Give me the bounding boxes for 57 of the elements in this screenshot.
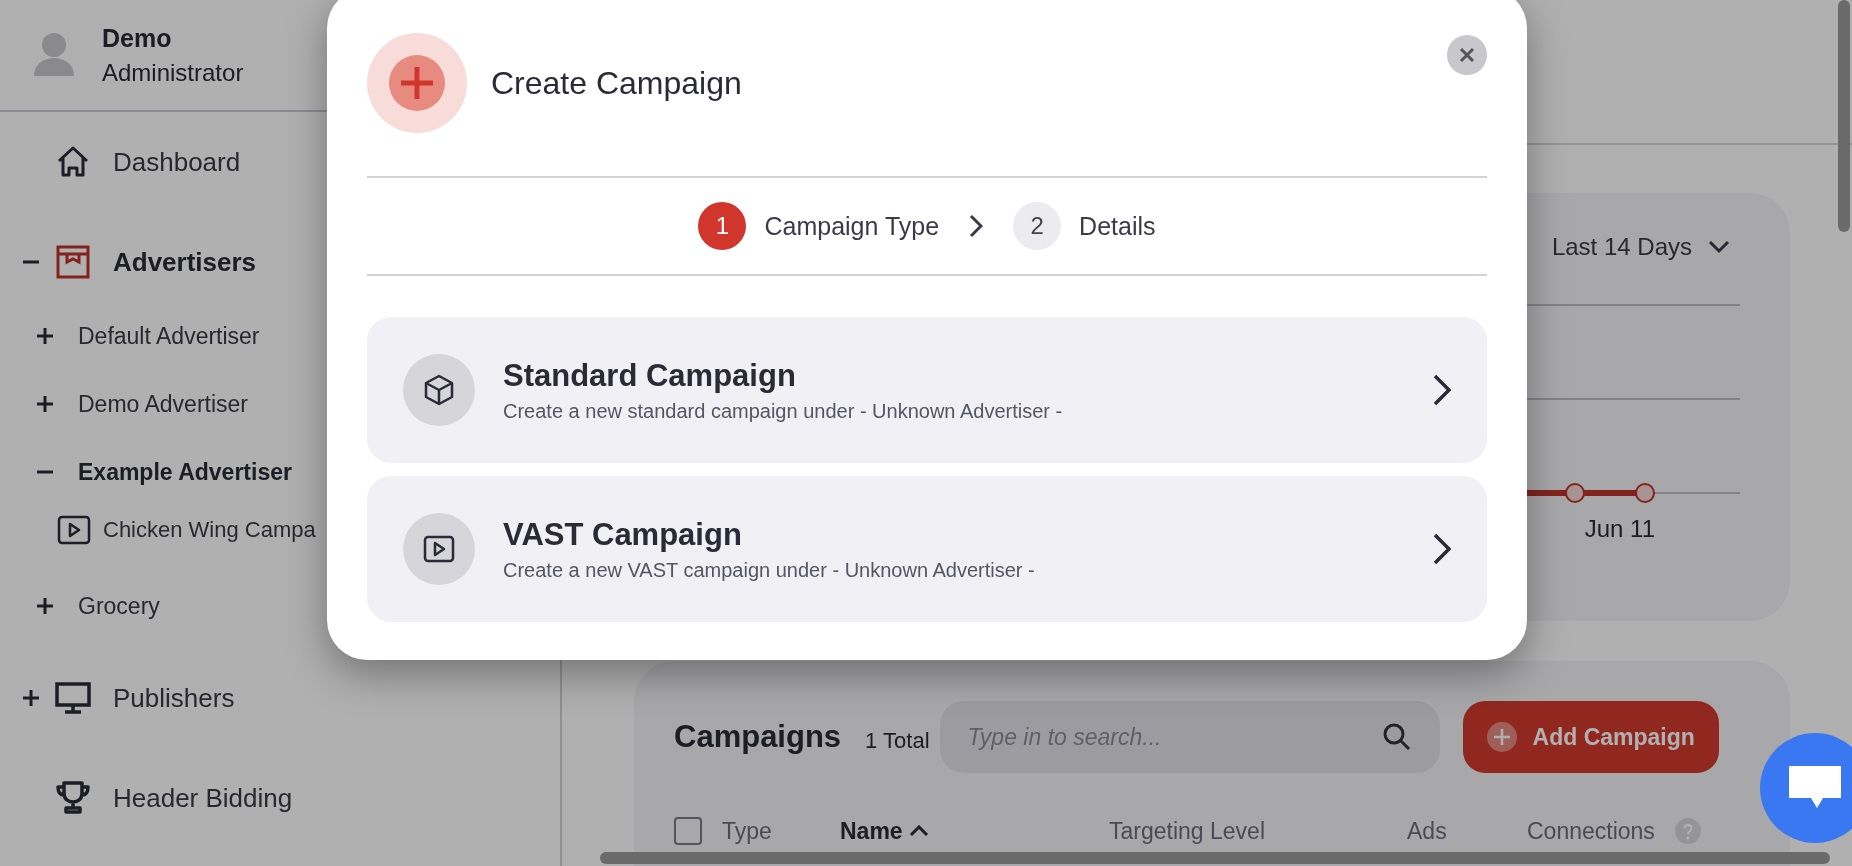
sidebar-item[interactable]: Publishers <box>113 682 235 714</box>
sidebar-item[interactable]: Demo Advertiser <box>78 390 248 418</box>
video-icon <box>57 515 91 545</box>
cube-icon <box>424 374 454 406</box>
option-title: VAST Campaign <box>503 516 743 553</box>
sidebar-item[interactable]: Grocery <box>78 592 160 620</box>
sidebar-item[interactable]: Default Advertiser <box>78 322 260 350</box>
close-icon <box>1459 47 1475 63</box>
chevron-icon <box>1433 533 1451 565</box>
chevron-icon <box>969 214 984 238</box>
section-title: Campaigns <box>674 719 842 755</box>
expand-icon[interactable] <box>22 689 40 707</box>
trophy-icon <box>55 780 91 816</box>
house-icon <box>55 144 91 180</box>
chevron-icon <box>1433 374 1451 406</box>
campaign-type-option[interactable]: VAST Campaign Create a new VAST campaign under - Unknown Advertiser - <box>367 476 1487 622</box>
dialog-title: Create Campaign <box>491 64 742 102</box>
column-header[interactable]: Type <box>722 817 840 845</box>
checkbox[interactable] <box>674 817 702 845</box>
total-count: 1 Total <box>865 728 930 754</box>
column-header[interactable]: Connections <box>1527 817 1747 845</box>
user-role: Administrator <box>102 58 244 87</box>
sidebar-item[interactable]: Header Bidding <box>113 782 293 814</box>
option-title: Standard Campaign <box>503 357 797 394</box>
sidebar-item[interactable]: Example Advertiser <box>78 458 292 486</box>
search-field[interactable]: Type in to search... <box>939 701 1440 773</box>
option-description: Create a new VAST campaign under - Unknown Advertiser - <box>503 558 1036 582</box>
column-header[interactable]: Name <box>840 817 1109 845</box>
monitor-icon <box>55 680 91 716</box>
close-button[interactable] <box>1447 35 1487 75</box>
expand-icon[interactable] <box>36 597 54 615</box>
campaign-type-option[interactable]: Standard Campaign Create a new standard campaign under - Unknown Advertiser - <box>367 317 1487 463</box>
add-icon <box>367 33 467 133</box>
column-header[interactable]: Ads <box>1407 817 1527 845</box>
video-icon <box>423 535 455 563</box>
scrollbar[interactable] <box>600 852 1830 864</box>
caret-up-icon[interactable] <box>908 825 929 837</box>
storefront-icon <box>55 244 91 280</box>
step-number: 2 <box>1013 202 1062 250</box>
step-label: Details <box>1079 211 1156 241</box>
scrollbar[interactable] <box>1838 0 1850 232</box>
sidebar-item[interactable]: Advertisers <box>113 246 257 278</box>
sidebar-item[interactable]: Dashboard <box>113 146 241 178</box>
date-range-dropdown[interactable]: Last 14 Days <box>1551 233 1730 261</box>
plus-icon <box>1486 722 1517 752</box>
expand-icon[interactable] <box>36 395 54 413</box>
column-header[interactable]: Targeting Level <box>1109 817 1407 845</box>
step-number: 1 <box>698 202 747 250</box>
expand-icon[interactable] <box>36 327 54 345</box>
axis-label: Jun 11 <box>1584 515 1655 543</box>
option-description: Create a new standard campaign under - Unknown Advertiser - <box>503 399 1064 423</box>
step-label: Campaign Type <box>764 211 940 241</box>
sidebar-item[interactable]: Chicken Wing Campa <box>103 517 316 543</box>
user-name: Demo <box>102 23 173 53</box>
add-campaign-button[interactable]: Add Campaign <box>1462 701 1719 773</box>
chevron-down-icon <box>1708 240 1730 254</box>
search-icon[interactable] <box>1381 722 1412 752</box>
